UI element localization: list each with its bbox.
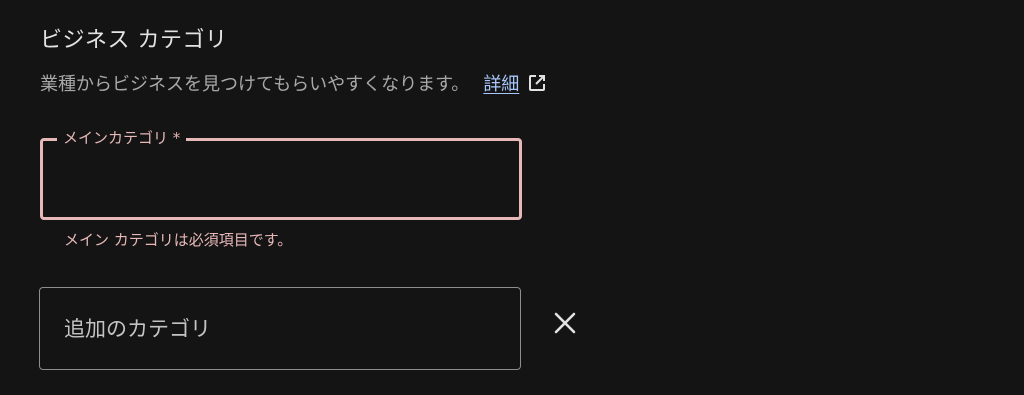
remove-additional-category-button[interactable] <box>548 308 582 342</box>
main-category-label: メインカテゴリ * <box>57 128 187 148</box>
open-in-new-icon[interactable] <box>527 73 547 93</box>
close-icon <box>553 311 577 339</box>
additional-category-field[interactable] <box>39 287 521 370</box>
section-description: 業種からビジネスを見つけてもらいやすくなります。 詳細 <box>40 70 547 96</box>
main-category-field[interactable]: メインカテゴリ * <box>40 128 522 220</box>
additional-category-input[interactable] <box>40 288 520 369</box>
business-category-panel: ビジネス カテゴリ 業種からビジネスを見つけてもらいやすくなります。 詳細 メイ… <box>0 0 1024 395</box>
description-text: 業種からビジネスを見つけてもらいやすくなります。 <box>40 74 470 95</box>
learn-more-link[interactable]: 詳細 <box>483 70 519 96</box>
main-category-error: メイン カテゴリは必須項目です。 <box>64 231 293 249</box>
main-category-input[interactable] <box>43 141 519 217</box>
section-title: ビジネス カテゴリ <box>40 28 228 53</box>
